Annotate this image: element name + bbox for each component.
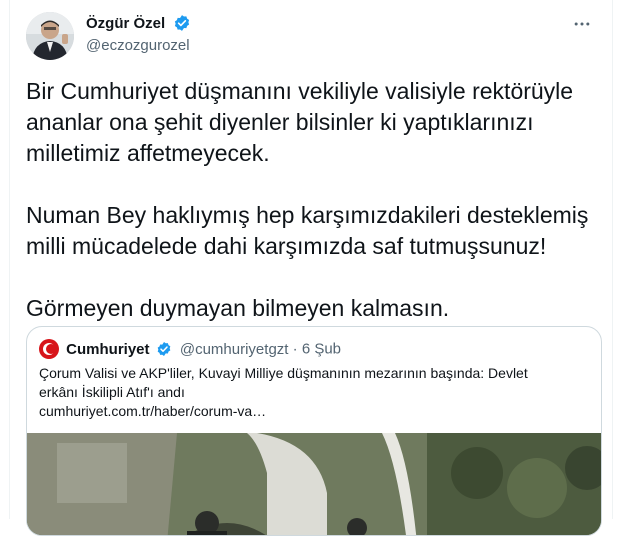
quoted-text-line: Çorum Valisi ve AKP'liler, Kuvayi Milliy… — [39, 365, 528, 381]
tweet-line: Bir Cumhuriyet düşmanını vekiliyle valis… — [26, 78, 574, 104]
tweet-card: Özgür Özel @eczozgurozel Bir Cumhuriyet … — [9, 0, 613, 536]
quoted-tweet-image[interactable] — [27, 433, 601, 535]
tweet-line: milletimiz affetmeyecek. — [26, 140, 270, 166]
tweet-paragraph: Görmeyen duymayan bilmeyen kalmasın. — [26, 293, 598, 324]
author-avatar[interactable] — [26, 12, 74, 60]
quoted-author-handle[interactable]: @cumhuriyetgzt — [180, 341, 289, 358]
quoted-tweet-link[interactable]: cumhuriyet.com.tr/haber/corum-va… — [39, 403, 266, 419]
author-handle[interactable]: @eczozgurozel — [86, 37, 191, 54]
author-display-name[interactable]: Özgür Özel — [86, 15, 165, 32]
author-names: Özgür Özel @eczozgurozel — [86, 14, 191, 55]
quoted-author-name[interactable]: Cumhuriyet — [66, 341, 149, 358]
quoted-tweet-date[interactable]: 6 Şub — [302, 341, 341, 358]
verified-badge-icon — [173, 14, 191, 32]
verified-badge-icon — [156, 341, 172, 357]
tweet-header: Özgür Özel @eczozgurozel — [26, 12, 596, 60]
tweet-line: ananlar ona şehit diyenler bilsinler ki … — [26, 109, 534, 135]
tweet-line: Numan Bey haklıymış hep karşımızdakileri… — [26, 202, 589, 228]
quoted-tweet[interactable]: Cumhuriyet @cumhuriyetgzt · 6 Şub Çorum … — [26, 326, 602, 536]
tweet-text: Bir Cumhuriyet düşmanını vekiliyle valis… — [26, 76, 598, 355]
cumhuriyet-logo-icon — [39, 339, 59, 359]
quoted-tweet-text: Çorum Valisi ve AKP'liler, Kuvayi Milliy… — [39, 364, 585, 421]
more-horizontal-icon[interactable] — [568, 14, 596, 34]
quoted-text-line: erkânı İskilipli Atıf'ı andı — [39, 384, 185, 400]
tweet-line: milli mücadelede dahi karşımızda saf tut… — [26, 233, 547, 259]
tweet-line: Görmeyen duymayan bilmeyen kalmasın. — [26, 295, 450, 321]
quoted-tweet-header: Cumhuriyet @cumhuriyetgzt · 6 Şub — [39, 339, 341, 359]
separator-dot: · — [292, 340, 298, 358]
tweet-paragraph: Bir Cumhuriyet düşmanını vekiliyle valis… — [26, 76, 598, 169]
tweet-paragraph: Numan Bey haklıymış hep karşımızdakileri… — [26, 200, 598, 262]
